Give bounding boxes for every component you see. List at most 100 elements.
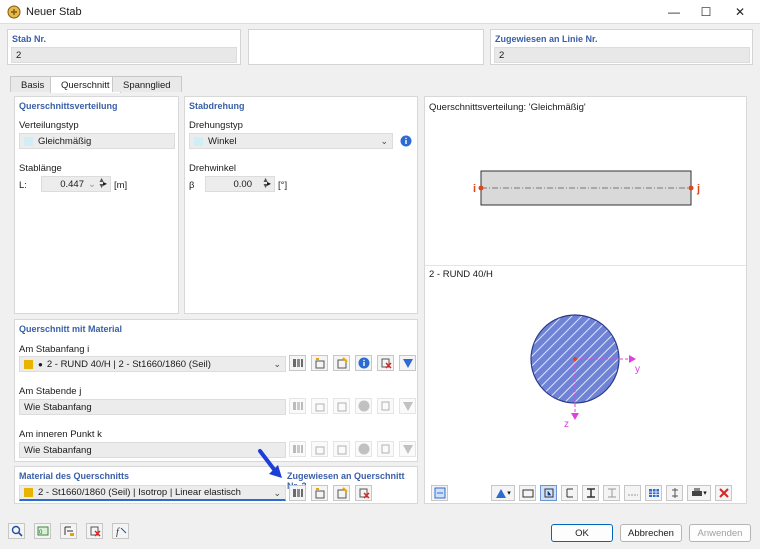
y-axis-arrow [629,355,636,363]
innerer-punkt-value: Wie Stabanfang [24,444,92,456]
units-button[interactable]: 0 [34,523,51,539]
drehwinkel-symbol: β [189,180,195,191]
node-i-label: i [473,183,476,195]
stabanfang-value: 2 - RUND 40/H | 2 - St1660/1860 (Seil) [46,358,211,370]
new-section-button[interactable] [311,398,328,414]
rename-button[interactable] [86,523,103,539]
library-button[interactable] [289,398,306,414]
stablaenge-next-icon[interactable]: ▸ [103,179,107,188]
view-dropdown-button[interactable]: ▾ [491,485,515,501]
dimensions-button[interactable] [540,485,557,501]
drehwinkel-input[interactable]: 0.00 ▲ ▼ [205,176,275,192]
stab-nr-panel: Stab Nr. 2 [7,29,241,65]
drehwinkel-next-icon[interactable]: ▸ [267,179,271,188]
edit-section-icon [337,357,348,369]
stabanfang-select[interactable]: ● 2 - RUND 40/H | 2 - St1660/1860 (Seil)… [19,356,286,372]
edit-section-button[interactable] [333,355,350,371]
innerer-punkt-label: Am inneren Punkt k [19,429,102,440]
units-icon: 0 [37,526,48,536]
print-dropdown-button[interactable]: ▾ [687,485,711,501]
ok-button[interactable]: OK [551,524,613,542]
i-beam-button[interactable] [582,485,599,501]
section-outline-button[interactable] [561,485,578,501]
info-section-button[interactable] [355,398,372,414]
apply-button[interactable]: Anwenden [689,524,751,542]
cancel-button[interactable]: Abbrechen [620,524,682,542]
chevron-down-icon: ⌄ [273,488,281,498]
library-button[interactable] [289,441,306,457]
select-section-button[interactable] [399,441,416,457]
print-icon [692,488,703,496]
innerer-punkt-toolbar [289,441,416,457]
drehwinkel-value: 0.00 [233,178,253,190]
new-material-button[interactable] [311,485,328,501]
view-icon [496,489,507,498]
edit-material-button[interactable] [333,485,350,501]
rename-icon [90,526,101,537]
tab-basis[interactable]: Basis [10,76,56,92]
tab-querschnitt[interactable]: Querschnitt [50,76,121,93]
stablaenge-dropdown-icon[interactable]: ⌄ [88,179,96,190]
new-section-button[interactable] [311,441,328,457]
library-button[interactable] [289,355,306,371]
maximize-button[interactable]: ☐ [690,0,722,24]
stabanfang-swatch [24,359,33,369]
linie-field[interactable]: 2 [494,47,750,63]
stabanfang-label: Am Stabanfang i [19,344,90,355]
material-library-button[interactable] [289,485,306,501]
linie-label: Zugewiesen an Linie Nr. [495,34,598,44]
stress-points-button[interactable] [603,485,620,501]
stabende-value: Wie Stabanfang [24,401,92,413]
reset-view-button[interactable] [715,485,732,501]
app-icon [7,5,21,19]
chevron-down-icon: ⌄ [273,359,281,369]
text-button[interactable] [60,523,77,539]
delete-section-button[interactable] [377,355,394,371]
new-section-button[interactable] [311,355,328,371]
delete-section-button[interactable] [377,441,394,457]
stabdrehung-panel: Stabdrehung Drehungstyp Winkel ⌄ Drehwin… [184,96,418,314]
edit-section-icon [337,445,346,455]
tab-spannglied[interactable]: Spannglied [112,76,182,92]
info-section-button[interactable] [355,355,372,371]
axes-button[interactable] [624,485,641,501]
info-section-button[interactable] [355,441,372,457]
close-button[interactable]: ✕ [724,0,756,24]
node-j [688,185,694,191]
verteilungstyp-select[interactable]: Gleichmäßig [19,133,175,149]
stablaenge-unit: [m] [114,180,128,191]
sync-view-button[interactable] [431,485,448,501]
delete-material-button[interactable] [355,485,372,501]
select-section-button[interactable] [399,355,416,371]
chevron-down-icon: ⌄ [380,136,388,146]
z-axis-arrow [571,413,579,420]
search-button[interactable] [8,523,25,539]
edit-section-button[interactable] [333,441,350,457]
stablaenge-input[interactable]: 0.447 ⌄ ▲ ▼ [41,176,111,192]
stablaenge-value: 0.447 [60,178,84,190]
stab-nr-field[interactable]: 2 [11,47,237,63]
new-material-icon [315,488,324,499]
bottom-toolbar: 0 f [8,523,129,539]
function-button[interactable]: f [112,523,129,539]
print-preview-button[interactable] [519,485,536,501]
pick-icon [402,359,413,368]
i-beam-icon [586,488,595,498]
drehungstyp-select[interactable]: Winkel ⌄ [189,133,393,149]
pick-icon [402,402,413,411]
search-icon [11,525,23,537]
delete-section-button[interactable] [377,398,394,414]
edit-section-button[interactable] [333,398,350,414]
minimize-button[interactable]: — [658,0,690,24]
info-button[interactable] [397,133,414,149]
material-select[interactable]: 2 - St1660/1860 (Seil) | Isotrop | Linea… [19,485,286,501]
innerer-punkt-select[interactable]: Wie Stabanfang [19,442,286,458]
distribution-title: Querschnittsverteilung: 'Gleichmäßig' [429,102,586,113]
table-button[interactable] [645,485,662,501]
info-icon [358,443,369,455]
select-section-button[interactable] [399,398,416,414]
window-title: Neuer Stab [26,6,82,18]
scale-button[interactable] [666,485,683,501]
delete-icon [381,401,389,411]
stabende-select[interactable]: Wie Stabanfang [19,399,286,415]
